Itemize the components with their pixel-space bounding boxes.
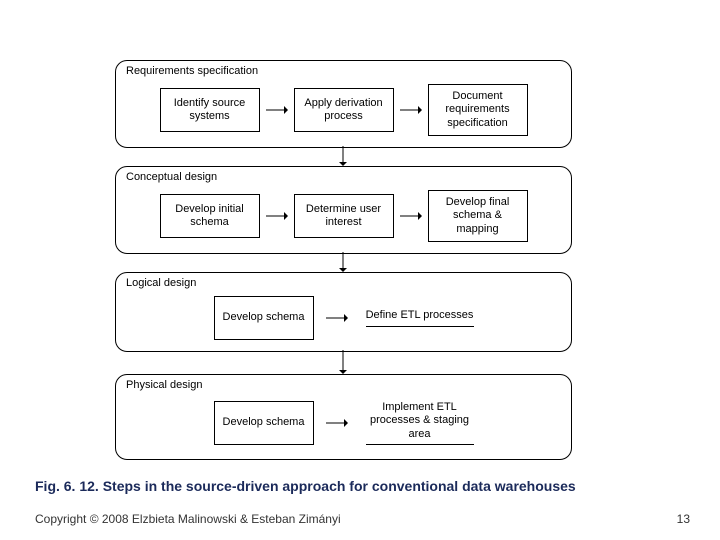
figure-caption: Fig. 6. 12. Steps in the source-driven a… <box>35 478 576 494</box>
step-apply-derivation: Apply derivation process <box>294 88 394 132</box>
phase-label: Physical design <box>126 379 202 391</box>
phase-logical: Logical design Develop schema Define ETL… <box>115 272 572 352</box>
arrow-icon <box>400 211 422 221</box>
arrow-icon <box>266 211 288 221</box>
phase-label: Conceptual design <box>126 171 217 183</box>
arrow-icon <box>400 105 422 115</box>
phase-requirements: Requirements specification Identify sour… <box>115 60 572 148</box>
phase-label: Requirements specification <box>126 65 258 77</box>
down-arrow-icon <box>338 146 348 166</box>
step-define-etl: Define ETL processes <box>366 309 474 326</box>
down-arrow-icon <box>338 252 348 272</box>
step-identify-source: Identify source systems <box>160 88 260 132</box>
copyright-text: Copyright © 2008 Elzbieta Malinowski & E… <box>35 512 341 526</box>
arrow-icon <box>326 313 348 323</box>
step-develop-final-schema: Develop final schema & mapping <box>428 190 528 242</box>
step-develop-initial-schema: Develop initial schema <box>160 194 260 238</box>
phase-physical: Physical design Develop schema Implement… <box>115 374 572 460</box>
arrow-icon <box>266 105 288 115</box>
arrow-icon <box>326 418 348 428</box>
page-number: 13 <box>677 512 690 526</box>
step-implement-etl: Implement ETL processes & staging area <box>366 401 474 445</box>
phase-conceptual: Conceptual design Develop initial schema… <box>115 166 572 254</box>
step-determine-user-interest: Determine user interest <box>294 194 394 238</box>
step-document-req: Document requirements specification <box>428 84 528 136</box>
step-physical-develop-schema: Develop schema <box>214 401 314 445</box>
down-arrow-icon <box>338 350 348 374</box>
step-logical-develop-schema: Develop schema <box>214 296 314 340</box>
phase-label: Logical design <box>126 277 196 289</box>
